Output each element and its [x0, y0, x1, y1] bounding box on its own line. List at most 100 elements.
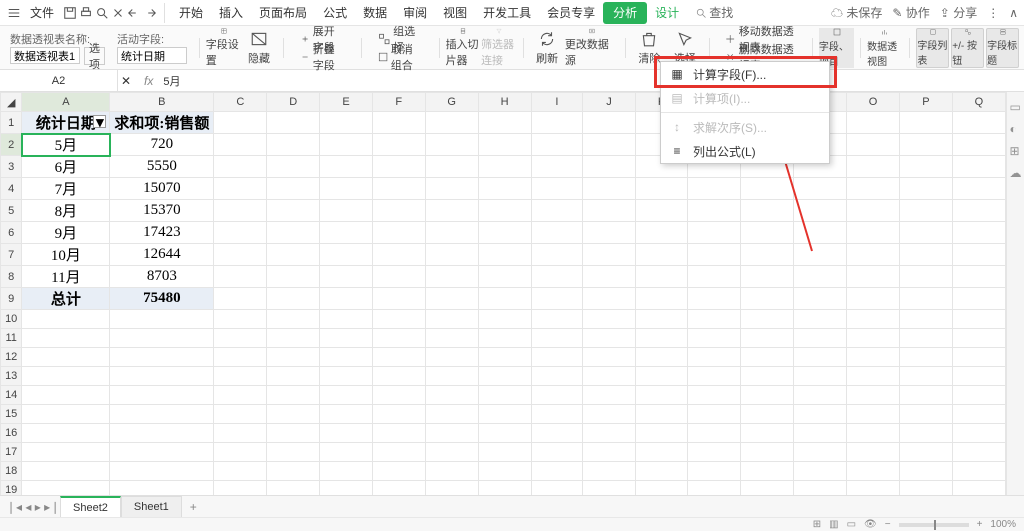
- cell[interactable]: [372, 386, 425, 405]
- cell[interactable]: 5550: [110, 156, 214, 178]
- pm-button-toggle[interactable]: +/- 按钮: [951, 28, 984, 68]
- cell[interactable]: [110, 424, 214, 443]
- cell[interactable]: [846, 222, 899, 244]
- cell[interactable]: [214, 288, 267, 310]
- hide-button[interactable]: 隐藏: [241, 28, 277, 68]
- cell[interactable]: [478, 367, 531, 386]
- pivot-chart-button[interactable]: 数据透视图: [867, 28, 903, 68]
- cell[interactable]: [900, 367, 953, 386]
- cell[interactable]: [635, 266, 688, 288]
- cell[interactable]: [425, 348, 478, 367]
- sheet-tab[interactable]: Sheet1: [121, 496, 182, 517]
- cell[interactable]: [794, 178, 847, 200]
- cell[interactable]: [531, 288, 583, 310]
- cell[interactable]: [846, 405, 899, 424]
- cell[interactable]: [478, 200, 531, 222]
- cell[interactable]: [952, 405, 1005, 424]
- cell[interactable]: [425, 134, 478, 156]
- cell[interactable]: [583, 266, 635, 288]
- cell[interactable]: 5月: [22, 134, 110, 156]
- cell[interactable]: [846, 112, 899, 134]
- cell[interactable]: [952, 134, 1005, 156]
- cell[interactable]: [900, 200, 953, 222]
- ungroup-button[interactable]: 取消组合: [374, 48, 427, 66]
- cell[interactable]: [372, 462, 425, 481]
- cell[interactable]: [900, 405, 953, 424]
- cell[interactable]: [267, 134, 320, 156]
- cell[interactable]: [583, 329, 635, 348]
- field-settings-button[interactable]: 字段设置: [206, 28, 242, 68]
- cell[interactable]: [635, 367, 688, 386]
- cell[interactable]: [794, 424, 847, 443]
- cell[interactable]: [952, 112, 1005, 134]
- cell[interactable]: [425, 112, 478, 134]
- cell[interactable]: [583, 386, 635, 405]
- tab-nav[interactable]: ❘◂ ◂ ▸ ▸❘: [6, 500, 60, 514]
- cell[interactable]: [583, 244, 635, 266]
- col-header[interactable]: A: [22, 93, 110, 112]
- print-icon[interactable]: [78, 5, 94, 21]
- formula-value[interactable]: 5月: [163, 73, 180, 89]
- cell[interactable]: [688, 367, 740, 386]
- row-header[interactable]: 3: [1, 156, 22, 178]
- cell[interactable]: [740, 288, 793, 310]
- cell[interactable]: [740, 443, 793, 462]
- cell[interactable]: [214, 462, 267, 481]
- cell[interactable]: [740, 310, 793, 329]
- cell[interactable]: [425, 329, 478, 348]
- cell[interactable]: [267, 310, 320, 329]
- cell[interactable]: [846, 288, 899, 310]
- cell[interactable]: [794, 222, 847, 244]
- cell[interactable]: [478, 310, 531, 329]
- cell[interactable]: [900, 310, 953, 329]
- fx-cancel-icon[interactable]: ✕: [118, 73, 134, 89]
- cell[interactable]: 10月: [22, 244, 110, 266]
- col-header[interactable]: F: [372, 93, 425, 112]
- cell[interactable]: [214, 266, 267, 288]
- add-sheet-button[interactable]: +: [182, 500, 205, 514]
- cell[interactable]: [900, 134, 953, 156]
- undo-icon[interactable]: [126, 5, 142, 21]
- row-header[interactable]: 4: [1, 178, 22, 200]
- cell[interactable]: [478, 266, 531, 288]
- cell[interactable]: [372, 443, 425, 462]
- expand-icon[interactable]: ∧: [1009, 6, 1018, 20]
- side-prop-icon[interactable]: ⊞: [1010, 144, 1022, 156]
- refresh-button[interactable]: 刷新: [529, 28, 565, 68]
- cell[interactable]: [531, 244, 583, 266]
- cell[interactable]: [320, 405, 373, 424]
- cell[interactable]: [22, 348, 110, 367]
- cell[interactable]: [478, 405, 531, 424]
- preview-icon[interactable]: [94, 5, 110, 21]
- field-list-toggle[interactable]: 字段列表: [916, 28, 949, 68]
- cell[interactable]: 15070: [110, 178, 214, 200]
- cell[interactable]: [531, 443, 583, 462]
- cell[interactable]: [22, 367, 110, 386]
- cell[interactable]: [952, 288, 1005, 310]
- cell[interactable]: [478, 443, 531, 462]
- cell[interactable]: [267, 156, 320, 178]
- cell[interactable]: [952, 424, 1005, 443]
- tab-view[interactable]: 视图: [435, 0, 475, 26]
- cell[interactable]: [688, 310, 740, 329]
- row-header[interactable]: 8: [1, 266, 22, 288]
- view-break-icon[interactable]: ▭: [847, 519, 856, 530]
- cell[interactable]: [635, 178, 688, 200]
- cell[interactable]: [267, 386, 320, 405]
- cell[interactable]: [110, 443, 214, 462]
- cell[interactable]: [320, 348, 373, 367]
- cell[interactable]: [952, 222, 1005, 244]
- cell[interactable]: [688, 424, 740, 443]
- more-icon[interactable]: ⋮: [987, 6, 999, 20]
- field-header-toggle[interactable]: 字段标题: [986, 28, 1019, 68]
- cell[interactable]: [531, 367, 583, 386]
- row-header[interactable]: 7: [1, 244, 22, 266]
- cell[interactable]: [372, 222, 425, 244]
- cell[interactable]: [952, 266, 1005, 288]
- cell[interactable]: [110, 329, 214, 348]
- cell[interactable]: [635, 200, 688, 222]
- cell[interactable]: [372, 266, 425, 288]
- cell[interactable]: [846, 462, 899, 481]
- cell[interactable]: [372, 134, 425, 156]
- row-header[interactable]: 13: [1, 367, 22, 386]
